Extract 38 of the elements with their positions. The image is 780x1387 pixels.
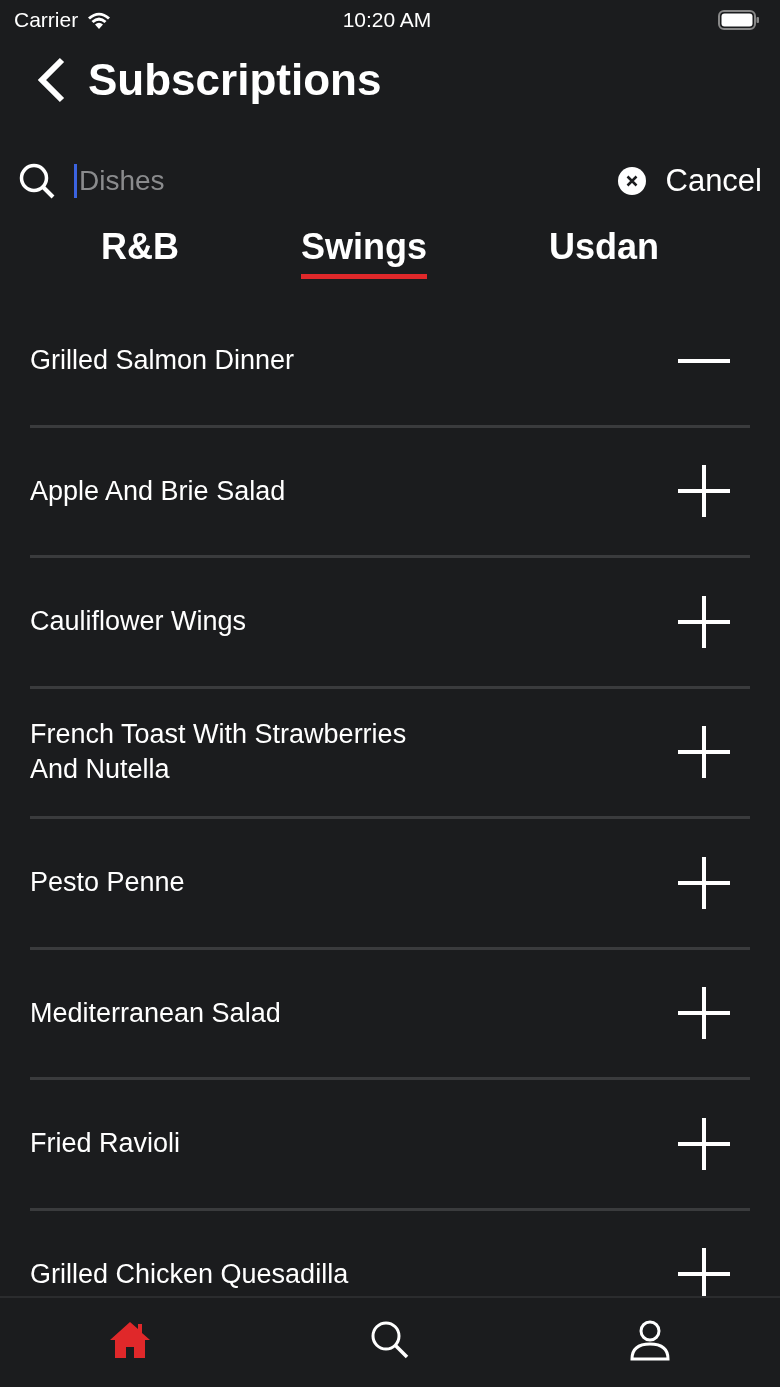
subscribe-button[interactable] [676, 854, 732, 911]
dish-name: Grilled Salmon Dinner [30, 344, 295, 378]
category-tab[interactable]: R&B [101, 222, 179, 279]
subscribe-button[interactable] [676, 593, 732, 650]
subscribe-button[interactable] [676, 1115, 732, 1172]
minus-icon [678, 358, 730, 363]
dish-name: Cauliflower Wings [30, 605, 247, 639]
search-field[interactable]: Dishes [74, 164, 600, 198]
dish-name: Pesto Penne [30, 866, 185, 900]
dish-name: Grilled Chicken Quesadilla [30, 1257, 349, 1291]
profile-icon [629, 1318, 671, 1361]
plus-icon [678, 1117, 730, 1170]
category-tab[interactable]: Swings [300, 222, 427, 279]
category-tab[interactable]: Usdan [548, 222, 659, 279]
back-icon[interactable] [36, 57, 66, 103]
dish-name: Mediterranean Salad [30, 996, 281, 1030]
plus-icon [678, 987, 730, 1040]
dish-name: French Toast With Strawberries And Nutella [30, 718, 408, 787]
plus-icon [678, 1248, 730, 1296]
plus-icon [678, 856, 730, 909]
search-icon [18, 162, 56, 200]
cancel-button[interactable]: Cancel [617, 163, 762, 199]
wifi-icon [86, 10, 113, 30]
page-title: Subscriptions [88, 55, 382, 105]
subscribe-button[interactable] [676, 985, 732, 1042]
subscribe-button[interactable] [676, 1246, 732, 1296]
dish-name: Fried Ravioli [30, 1127, 181, 1161]
clock-time: 10:20 AM [342, 8, 432, 32]
dish-name: Apple And Brie Salad [30, 474, 286, 508]
subscribe-button[interactable] [676, 724, 732, 781]
plus-icon [678, 726, 730, 779]
carrier-label: Carrier [14, 8, 79, 32]
battery-icon [718, 10, 760, 30]
search-icon [370, 1319, 410, 1360]
plus-icon [678, 465, 730, 518]
subscribe-button[interactable] [676, 463, 732, 520]
plus-icon [678, 595, 730, 648]
clear-icon [617, 167, 646, 195]
